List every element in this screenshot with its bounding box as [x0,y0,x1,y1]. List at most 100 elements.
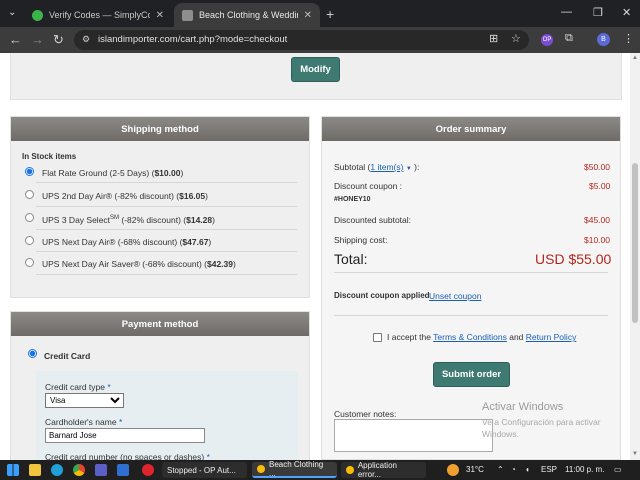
file-explorer-icon[interactable] [29,464,41,476]
discount-value: $5.00 [589,181,611,191]
edge-icon[interactable] [51,464,63,476]
activate-windows-title: Activar Windows [482,401,564,413]
discounted-subtotal-value: $45.00 [584,215,610,225]
notifications-icon[interactable]: ▭ [614,465,622,474]
shipping-option-radio[interactable] [25,167,34,176]
divider [36,251,297,252]
teams-icon[interactable] [95,464,107,476]
maximize-icon[interactable]: ❐ [593,6,603,19]
volume-icon[interactable]: ◖ [525,465,530,474]
scrollbar-thumb[interactable] [632,163,638,323]
app-icon[interactable] [117,464,129,476]
shipping-option-radio[interactable] [25,258,34,267]
payment-method-header: Payment method [11,312,309,336]
language-indicator[interactable]: ESP [541,465,557,474]
total-label: Total: [334,251,368,267]
divider [334,272,608,273]
chrome-icon[interactable] [73,464,85,476]
activate-windows-line: Ve a Configuración para activar [482,417,601,427]
extension-op-icon[interactable]: OP [541,34,553,46]
profile-avatar[interactable]: B [597,33,610,46]
shipping-cost-label: Shipping cost: [334,235,388,245]
translate-icon[interactable]: ⊞ [489,32,498,45]
credit-card-radio[interactable] [28,349,37,358]
total-value: USD $55.00 [535,251,612,267]
tab-search-icon[interactable]: ⌄ [8,7,16,18]
taskbar-app-beach-clothing[interactable]: Beach Clothing ... [252,460,337,478]
forward-icon[interactable]: → [31,32,44,47]
card-type-select[interactable]: Visa [45,393,124,408]
return-policy-link[interactable]: Return Policy [526,332,577,342]
temperature-text[interactable]: 31°C [466,465,484,474]
minimize-icon[interactable]: — [561,6,572,18]
divider [36,229,297,230]
credit-card-label[interactable]: Credit Card [44,351,90,361]
unset-coupon-link[interactable]: Unset coupon [429,291,481,301]
new-tab-icon[interactable]: + [326,6,334,22]
terms-checkbox[interactable] [373,333,382,342]
coupon-code: #HONEY10 [334,196,371,203]
weather-icon[interactable] [447,464,459,476]
order-summary-header: Order summary [322,117,620,141]
divider [36,206,297,207]
shipping-method-header: Shipping method [11,117,309,141]
shipping-option-radio[interactable] [25,236,34,245]
close-window-icon[interactable]: ✕ [622,6,631,19]
extensions-puzzle-icon[interactable]: ⧉ [565,32,573,45]
cardholder-name-input[interactable] [45,428,205,443]
bookmark-star-icon[interactable]: ☆ [511,32,521,45]
url-text: islandimporter.com/cart.php?mode=checkou… [98,34,288,45]
tray-chevron-icon[interactable]: ⌃ [497,465,504,474]
shipping-option-label[interactable]: Flat Rate Ground (2-5 Days) ($10.00) [42,168,183,178]
chrome-small-icon [257,465,265,473]
divider [36,182,297,183]
shipping-option-radio[interactable] [25,190,34,199]
tab-beach-clothing[interactable]: Beach Clothing & Wedding Att ✕ [174,3,320,27]
reload-icon[interactable]: ↻ [53,32,64,48]
items-link[interactable]: 1 item(s) [370,162,403,172]
divider [36,274,297,275]
shipping-option-label[interactable]: UPS 2nd Day Air® (-82% discount) ($16.05… [42,191,208,201]
menu-kebab-icon[interactable]: ⋮ [623,32,634,45]
simplycodes-favicon-icon [32,9,43,21]
taskbar-app-application-error[interactable]: Application error... [341,461,426,479]
address-bar[interactable]: ⚙ islandimporter.com/cart.php?mode=check… [74,30,529,50]
in-stock-label: In Stock items [22,152,77,161]
subtotal-value: $50.00 [584,162,610,172]
scroll-up-icon[interactable]: ▲ [632,55,638,61]
coupon-applied-label: Discount coupon applied [334,291,430,300]
subtotal-label: Subtotal (1 item(s) ▼ ): [334,162,420,172]
scroll-down-icon[interactable]: ▼ [632,451,638,457]
checkout-page: Modify Shipping method In Stock items Fl… [0,53,630,460]
page-scrollbar[interactable]: ▲ ▼ [630,53,640,460]
terms-text: I accept the Terms & Conditions and Retu… [387,332,577,342]
taskbar-app-stopped[interactable]: Stopped - OP Aut... [162,462,247,478]
network-icon[interactable]: ◔ [511,465,516,474]
windows-start-icon[interactable] [7,464,19,476]
tab-verify-codes[interactable]: Verify Codes — SimplyCodes ✕ [24,3,172,27]
site-info-icon[interactable]: ⚙ [82,34,90,45]
shipping-option-label[interactable]: UPS 3 Day SelectSM (-82% discount) ($14.… [42,215,215,225]
discounted-subtotal-label: Discounted subtotal: [334,215,412,225]
tab-title: Verify Codes — SimplyCodes [49,10,150,20]
customer-notes-label: Customer notes: [334,409,397,419]
close-tab-icon[interactable]: ✕ [156,10,164,21]
back-icon[interactable]: ← [9,32,22,47]
shipping-option-label[interactable]: UPS Next Day Air® (-68% discount) ($47.6… [42,237,211,247]
tab-title: Beach Clothing & Wedding Att [199,10,298,20]
shipping-cost-value: $10.00 [584,235,610,245]
tab-bar: ⌄ Verify Codes — SimplyCodes ✕ Beach Clo… [0,0,640,27]
shipping-option-radio[interactable] [25,213,34,222]
clock-time[interactable]: 11:00 p. m. [565,465,604,474]
shipping-option-label[interactable]: UPS Next Day Air Saver® (-68% discount) … [42,259,236,269]
browser-toolbar: ← → ↻ ⚙ islandimporter.com/cart.php?mode… [0,27,640,53]
customer-notes-textarea[interactable] [334,419,493,452]
submit-order-button[interactable]: Submit order [433,362,510,387]
activate-windows-line: Windows. [482,429,519,439]
modify-button[interactable]: Modify [291,57,340,82]
card-number-label: Credit card number (no spaces or dashes)… [45,452,210,460]
terms-conditions-link[interactable]: Terms & Conditions [433,332,507,342]
opera-icon[interactable] [142,464,154,476]
cardholder-label: Cardholder's name * [45,417,123,427]
close-tab-icon[interactable]: ✕ [304,10,312,21]
